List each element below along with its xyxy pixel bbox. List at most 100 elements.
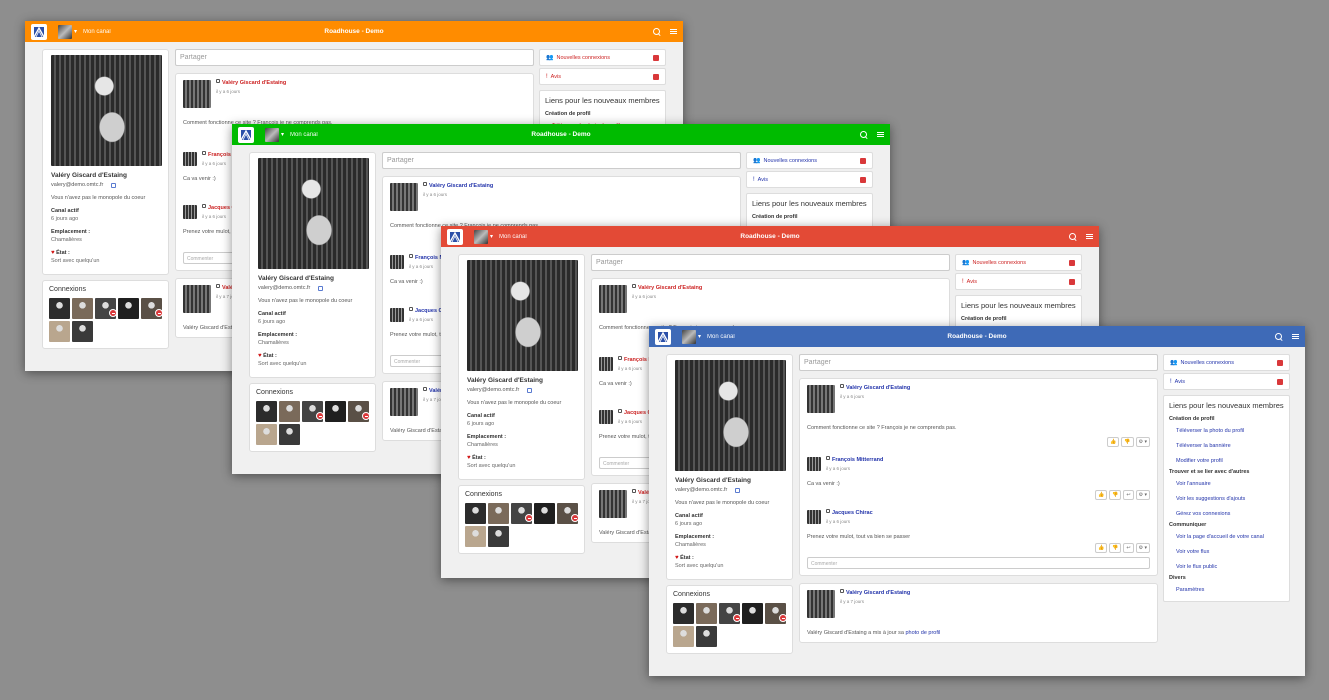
connection-avatar[interactable] — [279, 401, 300, 422]
profile-photo[interactable] — [675, 360, 786, 471]
connection-avatar[interactable] — [488, 526, 509, 547]
comment-author[interactable]: Jacques Chirac — [832, 510, 873, 516]
connection-avatar[interactable] — [696, 603, 717, 624]
connection-avatar[interactable] — [534, 503, 555, 524]
notification-notices[interactable]: ! Avis — [539, 68, 666, 85]
author-avatar[interactable] — [183, 285, 211, 313]
connection-avatar[interactable] — [49, 321, 70, 342]
logo-icon[interactable] — [447, 228, 463, 245]
connection-avatar[interactable] — [72, 298, 93, 319]
like-button[interactable]: 👍 — [1094, 490, 1108, 500]
reply-button[interactable]: ↩ — [1123, 543, 1134, 553]
menu-icon[interactable] — [670, 28, 677, 35]
dislike-button[interactable]: 👎 — [1109, 490, 1122, 500]
connection-avatar[interactable] — [511, 503, 533, 524]
links-item[interactable]: Voir le flux public — [1176, 564, 1284, 570]
avatar[interactable] — [58, 24, 72, 39]
logo-icon[interactable] — [238, 126, 254, 143]
author-avatar[interactable] — [599, 285, 627, 313]
connection-avatar[interactable] — [49, 298, 70, 319]
links-item[interactable]: Voir l'annuaire — [1176, 481, 1284, 487]
author-avatar[interactable] — [599, 490, 627, 518]
comment-author[interactable]: François Mitterrand — [832, 457, 883, 463]
share-input[interactable]: Partager — [382, 152, 741, 169]
copy-icon[interactable] — [527, 387, 533, 393]
comment-avatar[interactable] — [599, 410, 613, 424]
notification-notices[interactable]: ! Avis — [955, 273, 1082, 290]
chevron-down-icon[interactable]: ▾ — [74, 28, 77, 35]
share-input[interactable]: Partager — [799, 354, 1158, 371]
connection-avatar[interactable] — [141, 298, 163, 319]
connection-avatar[interactable] — [279, 424, 300, 445]
notification-new-connections[interactable]: 👥 Nouvelles connexions — [539, 49, 666, 66]
notification-new-connections[interactable]: 👥 Nouvelles connexions — [746, 152, 873, 169]
links-item[interactable]: Voir la page d'accueil de votre canal — [1176, 534, 1284, 540]
connection-avatar[interactable] — [742, 603, 763, 624]
comment-avatar[interactable] — [807, 510, 821, 524]
search-icon[interactable] — [1069, 232, 1077, 241]
connection-avatar[interactable] — [256, 424, 277, 445]
channel-link[interactable]: Mon canal — [83, 29, 111, 35]
menu-icon[interactable] — [877, 131, 884, 138]
connection-avatar[interactable] — [465, 526, 486, 547]
links-item[interactable]: Gérez vos connexions — [1176, 511, 1284, 517]
post-author[interactable]: Valéry Giscard d'Estaing — [846, 590, 910, 596]
comment-avatar[interactable] — [390, 308, 404, 322]
channel-link[interactable]: Mon canal — [499, 234, 527, 240]
copy-icon[interactable] — [111, 182, 117, 188]
share-input[interactable]: Partager — [175, 49, 534, 66]
comment-avatar[interactable] — [599, 357, 613, 371]
settings-button[interactable]: ⚙ ▾ — [1135, 543, 1150, 553]
like-button[interactable]: 👍 — [1107, 437, 1120, 447]
dislike-button[interactable]: 👎 — [1121, 437, 1134, 447]
profile-photo-link[interactable]: photo de profil — [905, 630, 940, 636]
notification-notices[interactable]: ! Avis — [746, 171, 873, 188]
channel-link[interactable]: Mon canal — [290, 132, 318, 138]
logo-icon[interactable] — [655, 328, 671, 345]
links-item[interactable]: Téléverser la photo du profil — [1176, 428, 1284, 434]
connection-avatar[interactable] — [488, 503, 509, 524]
avatar[interactable] — [682, 329, 696, 344]
avatar[interactable] — [474, 229, 488, 244]
notification-notices[interactable]: ! Avis — [1163, 373, 1290, 390]
comment-avatar[interactable] — [183, 152, 197, 166]
connection-avatar[interactable] — [325, 401, 346, 422]
connection-avatar[interactable] — [465, 503, 486, 524]
post-author[interactable]: Valéry Giscard d'Estaing — [846, 385, 910, 391]
profile-photo[interactable] — [51, 55, 162, 166]
author-avatar[interactable] — [807, 385, 835, 413]
menu-icon[interactable] — [1086, 233, 1093, 240]
connection-avatar[interactable] — [557, 503, 579, 524]
share-input[interactable]: Partager — [591, 254, 950, 271]
connection-avatar[interactable] — [95, 298, 117, 319]
connection-avatar[interactable] — [348, 401, 370, 422]
connection-avatar[interactable] — [256, 401, 277, 422]
links-item[interactable]: Paramètres — [1176, 587, 1284, 593]
author-avatar[interactable] — [183, 80, 211, 108]
search-icon[interactable] — [860, 130, 868, 139]
author-avatar[interactable] — [390, 388, 418, 416]
chevron-down-icon[interactable]: ▾ — [281, 131, 284, 138]
like-button[interactable]: 👍 — [1094, 543, 1108, 553]
comment-avatar[interactable] — [183, 205, 197, 219]
comment-avatar[interactable] — [390, 255, 404, 269]
post-author[interactable]: Valéry Giscard d'Estaing — [429, 183, 493, 189]
search-icon[interactable] — [1275, 332, 1283, 341]
connection-avatar[interactable] — [719, 603, 741, 624]
author-avatar[interactable] — [390, 183, 418, 211]
notification-new-connections[interactable]: 👥 Nouvelles connexions — [955, 254, 1082, 271]
reply-button[interactable]: ↩ — [1123, 490, 1134, 500]
author-avatar[interactable] — [807, 590, 835, 618]
avatar[interactable] — [265, 127, 279, 142]
links-item[interactable]: Téléverser la bannière — [1176, 443, 1284, 449]
connection-avatar[interactable] — [673, 603, 694, 624]
connection-avatar[interactable] — [72, 321, 93, 342]
connection-avatar[interactable] — [696, 626, 717, 647]
connection-avatar[interactable] — [302, 401, 324, 422]
dislike-button[interactable]: 👎 — [1109, 543, 1122, 553]
copy-icon[interactable] — [318, 285, 324, 291]
connection-avatar[interactable] — [765, 603, 787, 624]
chevron-down-icon[interactable]: ▾ — [490, 233, 493, 240]
copy-icon[interactable] — [735, 487, 741, 493]
channel-link[interactable]: Mon canal — [707, 334, 735, 340]
